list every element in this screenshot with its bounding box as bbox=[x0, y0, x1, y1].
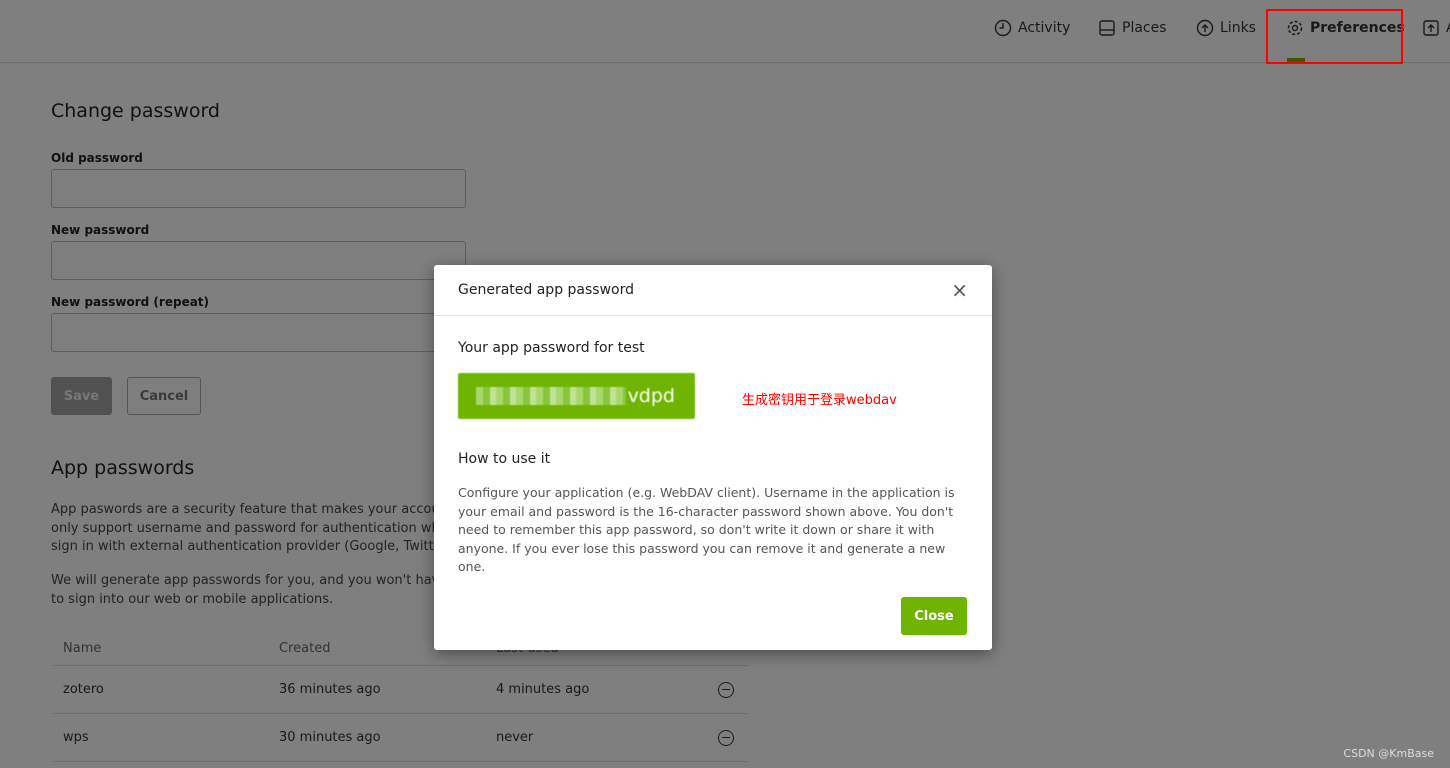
highlight-box bbox=[1266, 9, 1403, 64]
pixelated-mask bbox=[476, 387, 626, 405]
how-title: How to use it bbox=[458, 451, 551, 467]
password-text: vdpd bbox=[627, 385, 675, 407]
how-text: Configure your application (e.g. WebDAV … bbox=[458, 485, 955, 574]
annotation: 生成密钥用于登录webdav bbox=[742, 393, 897, 408]
generated-password-dialog: Generated app password × Your app passwor… bbox=[434, 265, 992, 650]
password-subtitle: Your app password for test bbox=[458, 340, 645, 356]
watermark: CSDN @KmBase bbox=[1343, 747, 1434, 760]
close-button[interactable]: Close bbox=[901, 597, 967, 635]
generated-password[interactable]: vdpd bbox=[458, 373, 695, 419]
dialog-title: Generated app password bbox=[458, 282, 634, 298]
close-icon[interactable]: × bbox=[951, 278, 968, 302]
